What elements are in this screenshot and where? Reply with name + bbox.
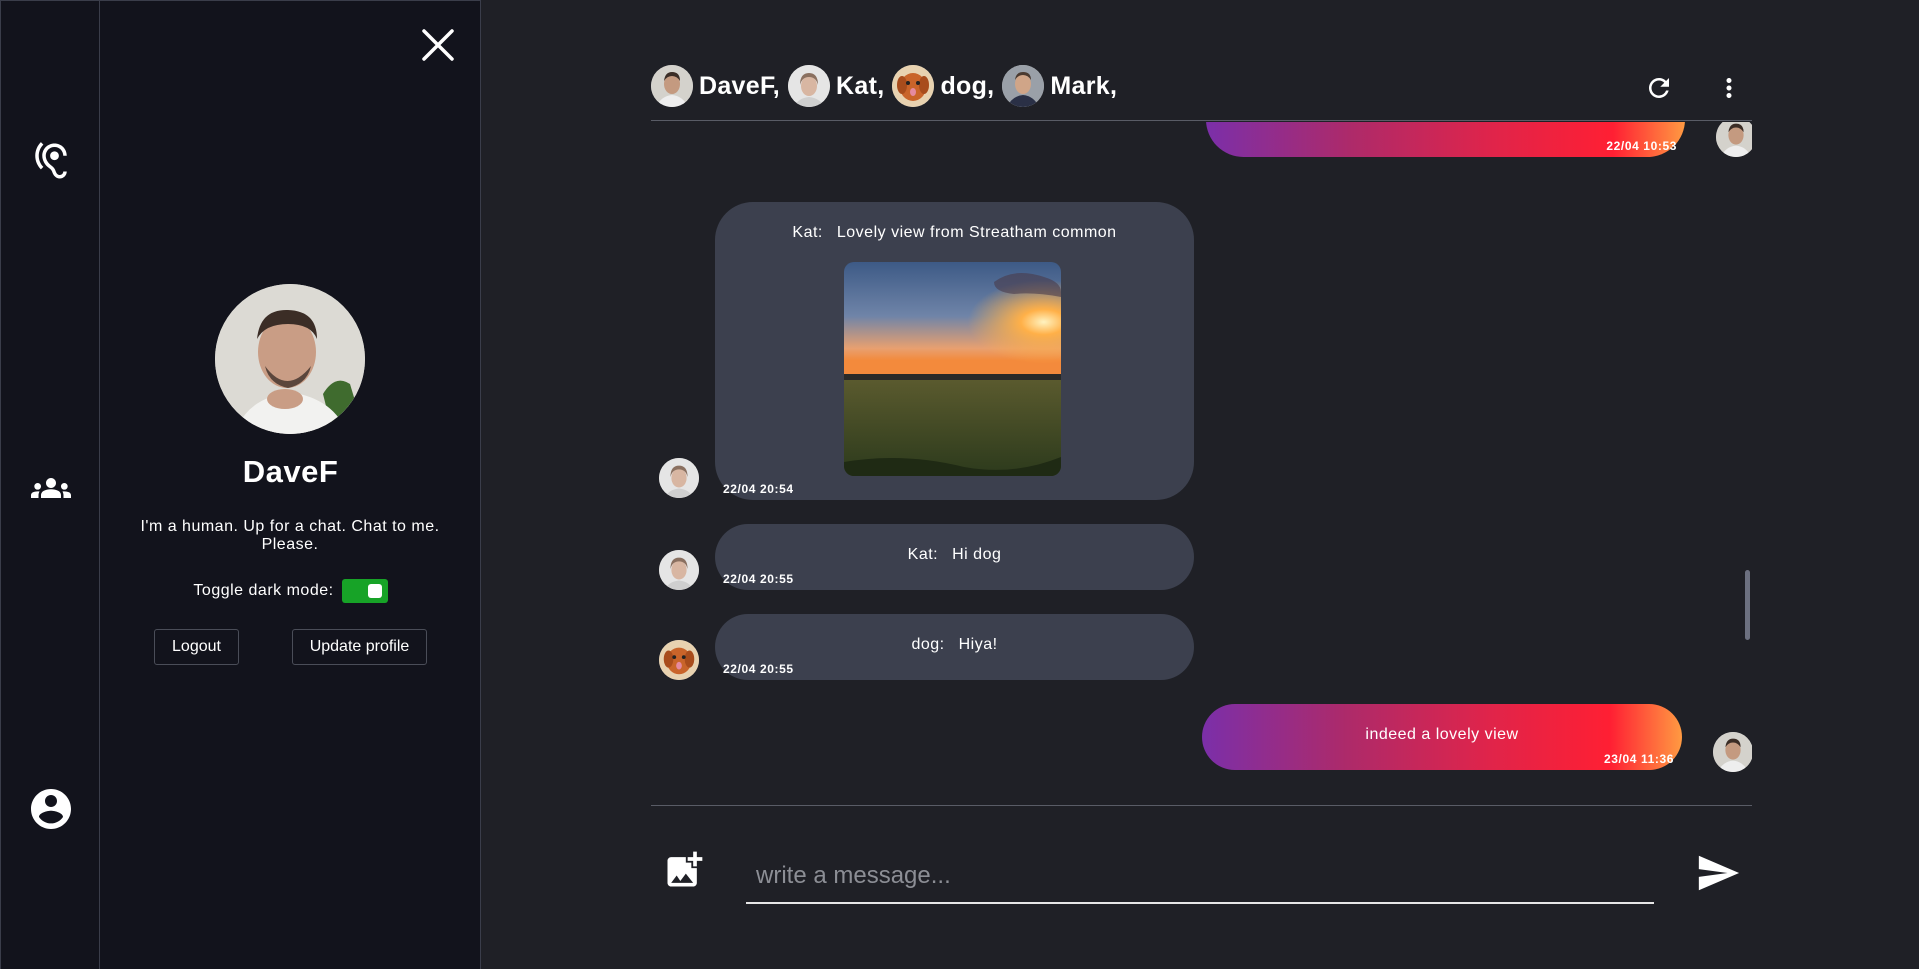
message-image[interactable]: [844, 262, 1061, 476]
avatar: [651, 65, 693, 107]
avatar: [1713, 732, 1752, 772]
avatar: [659, 640, 699, 680]
participant-name: dog,: [940, 71, 995, 100]
avatar: [659, 458, 699, 498]
message-text: Hiya!: [958, 636, 998, 653]
scrollbar-thumb[interactable]: [1745, 570, 1750, 640]
participant-name: Mark,: [1050, 71, 1118, 100]
message-bubble-incoming[interactable]: Kat: Hi dog 22/04 20:55: [715, 524, 1194, 590]
message-timestamp: 23/04 11:36: [1604, 752, 1674, 766]
hearing-icon[interactable]: [30, 137, 72, 185]
profile-bio: I'm a human. Up for a chat. Chat to me. …: [140, 518, 440, 553]
logout-button[interactable]: Logout: [154, 629, 239, 665]
add-photo-icon[interactable]: [662, 848, 706, 897]
more-vert-icon[interactable]: [1714, 73, 1744, 108]
avatar: [1002, 65, 1045, 107]
profile-panel: DaveF I'm a human. Up for a chat. Chat t…: [100, 0, 481, 969]
toggle-knob: [367, 584, 382, 598]
dark-mode-toggle[interactable]: [341, 579, 388, 603]
message-sender: Kat:: [792, 224, 823, 241]
message-input[interactable]: [746, 850, 1654, 904]
participant[interactable]: DaveF,: [651, 65, 780, 107]
participant[interactable]: Mark,: [1002, 65, 1117, 107]
message-timestamp: 22/04 20:55: [723, 662, 794, 676]
participant-name: Kat,: [836, 71, 885, 100]
message-timestamp: 22/04 20:55: [723, 572, 794, 586]
participant[interactable]: Kat,: [788, 65, 884, 107]
profile-name: DaveF: [242, 454, 339, 489]
message-text-row: dog: Hiya!: [715, 636, 1194, 654]
refresh-icon[interactable]: [1644, 73, 1674, 108]
message-text-row: Kat: Lovely view from Streatham common: [715, 224, 1194, 242]
message-bubble-incoming[interactable]: Kat: Lovely view from Streatham common 2…: [715, 202, 1194, 500]
profile-avatar: [215, 284, 365, 434]
avatar: [1716, 122, 1752, 157]
send-icon[interactable]: [1693, 850, 1743, 901]
close-icon[interactable]: [420, 27, 456, 63]
update-profile-button[interactable]: Update profile: [292, 629, 427, 665]
participant-list: DaveF, Kat, dog, Mark,: [651, 65, 1125, 107]
message-text-row: Kat: Hi dog: [715, 546, 1194, 564]
avatar: [659, 550, 699, 590]
account-icon[interactable]: [27, 785, 75, 833]
message-list[interactable]: 22/04 10:53 Kat: Lovely view from Streath…: [651, 122, 1752, 806]
composer-divider: [651, 805, 1752, 806]
dark-mode-label: Toggle dark mode:: [193, 582, 334, 599]
message-timestamp: 22/04 10:53: [1606, 139, 1677, 153]
avatar: [892, 65, 935, 107]
message-text: Hi dog: [952, 546, 1002, 563]
nav-rail: [0, 0, 100, 969]
message-timestamp: 22/04 20:54: [723, 482, 794, 496]
group-icon[interactable]: [27, 468, 75, 508]
message-bubble-incoming[interactable]: dog: Hiya! 22/04 20:55: [715, 614, 1194, 680]
message-sender: dog:: [911, 636, 945, 653]
avatar: [788, 65, 831, 107]
participant-name: DaveF,: [699, 71, 781, 100]
message-text: Lovely view from Streatham common: [836, 224, 1117, 241]
message-sender: Kat:: [907, 546, 939, 563]
message-text: indeed a lovely view: [1365, 726, 1519, 743]
message-bubble-outgoing[interactable]: indeed a lovely view 23/04 11:36: [1202, 704, 1682, 770]
dark-mode-row: Toggle dark mode:: [100, 579, 481, 603]
participant[interactable]: dog,: [892, 65, 994, 107]
message-bubble-outgoing[interactable]: 22/04 10:53: [1206, 122, 1685, 157]
chat-header: DaveF, Kat, dog, Mark,: [651, 63, 1752, 121]
